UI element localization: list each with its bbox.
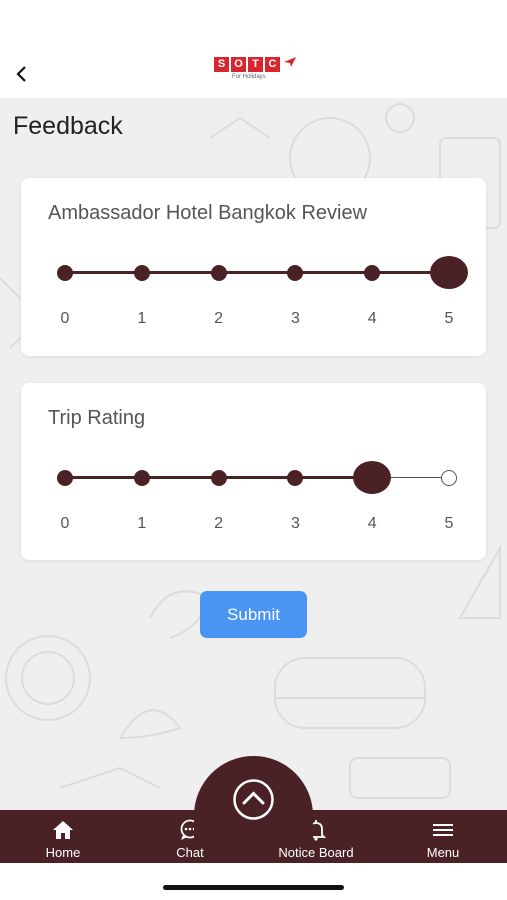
tab-label: Notice Board	[278, 845, 354, 860]
scale-label: 3	[290, 310, 300, 327]
scale-label: 0	[60, 515, 70, 532]
logo-letter: S	[214, 57, 229, 72]
home-icon	[50, 818, 76, 842]
submit-button[interactable]: Submit	[200, 591, 307, 638]
tab-label: Home	[45, 845, 81, 860]
slider-step-dot[interactable]	[287, 265, 304, 281]
home-indicator	[163, 885, 344, 890]
logo-letter: C	[265, 57, 280, 72]
tab-label: Menu	[426, 845, 460, 860]
scale-label: 5	[444, 515, 454, 532]
logo-letter: T	[248, 57, 263, 72]
rating-card-hotel: Ambassador Hotel Bangkok Review 0 1 2 3 …	[21, 178, 486, 356]
bottom-safe-area	[0, 863, 507, 900]
rating-slider[interactable]	[57, 461, 457, 494]
rating-label: Ambassador Hotel Bangkok Review	[48, 202, 368, 224]
slider-thumb[interactable]	[353, 461, 392, 494]
tab-menu[interactable]: Menu	[418, 810, 468, 863]
slider-step-dot[interactable]	[364, 265, 381, 281]
chevron-left-icon	[16, 66, 26, 82]
slider-scale: 0 1 2 3 4 5	[61, 310, 454, 330]
slider-track-filled	[65, 271, 449, 274]
menu-icon	[430, 818, 456, 842]
rating-card-trip: Trip Rating 0 1 2 3 4 5	[21, 383, 486, 560]
logo-letter: O	[231, 57, 246, 72]
page-title: Feedback	[13, 112, 123, 140]
scale-label: 4	[367, 310, 377, 327]
scale-label: 4	[367, 515, 377, 532]
plane-icon	[284, 57, 296, 67]
app-header: S O T C For Holidays	[0, 0, 507, 98]
slider-step-dot[interactable]	[210, 265, 227, 281]
brand-logo: S O T C For Holidays	[214, 57, 298, 87]
chevron-up-icon	[233, 779, 274, 820]
back-button[interactable]	[10, 62, 34, 86]
rating-slider[interactable]	[57, 256, 468, 289]
scale-label: 2	[214, 515, 224, 532]
logo-tagline: For Holidays	[232, 74, 266, 80]
slider-step-dot[interactable]	[57, 265, 73, 281]
scale-label: 2	[214, 310, 224, 327]
slider-step-dot[interactable]	[287, 470, 304, 486]
tab-label: Chat	[176, 845, 204, 860]
slider-step-dot[interactable]	[57, 470, 73, 486]
scale-label: 5	[444, 310, 454, 327]
slider-step-dot[interactable]	[210, 470, 227, 486]
scale-label: 3	[290, 515, 300, 532]
tab-home[interactable]: Home	[36, 810, 90, 863]
slider-scale: 0 1 2 3 4 5	[61, 515, 454, 535]
slider-thumb[interactable]	[430, 256, 468, 289]
scale-label: 0	[60, 310, 70, 327]
slider-step-dot[interactable]	[441, 470, 457, 486]
scale-label: 1	[137, 310, 147, 327]
scale-label: 1	[137, 515, 147, 532]
rating-label: Trip Rating	[48, 407, 146, 429]
slider-step-dot[interactable]	[133, 265, 150, 281]
slider-step-dot[interactable]	[133, 470, 150, 486]
